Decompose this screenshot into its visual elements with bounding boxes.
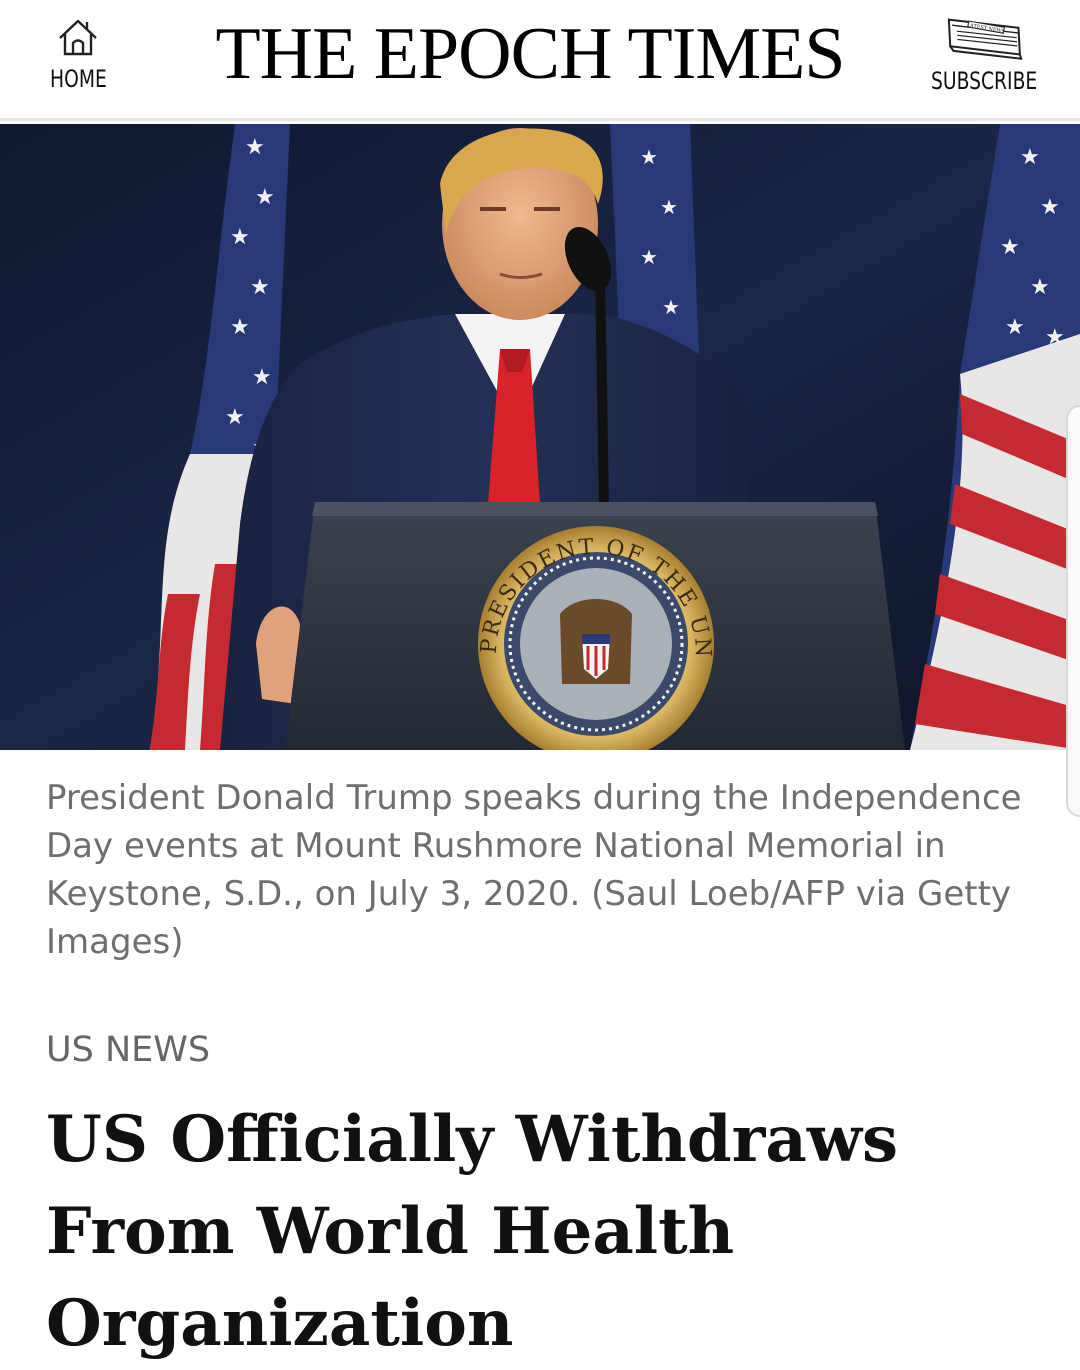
newspaper-icon: LATEST NEWS xyxy=(936,16,1032,67)
svg-text:★: ★ xyxy=(1000,235,1020,260)
svg-text:★: ★ xyxy=(225,405,245,430)
svg-text:★: ★ xyxy=(660,195,678,219)
home-label: HOME xyxy=(49,65,107,93)
svg-text:★: ★ xyxy=(245,135,265,160)
svg-text:★: ★ xyxy=(250,275,270,300)
svg-text:★: ★ xyxy=(640,145,658,169)
photo-caption: President Donald Trump speaks during the… xyxy=(46,778,1022,962)
subscribe-label: SUBSCRIBE xyxy=(930,67,1038,95)
site-logo[interactable]: THE EPOCH TIMES xyxy=(150,12,910,96)
section-label[interactable]: US NEWS xyxy=(46,1030,210,1070)
svg-text:★: ★ xyxy=(1045,325,1065,350)
scrollbar-handle[interactable] xyxy=(1066,405,1080,817)
svg-text:★: ★ xyxy=(1030,275,1050,300)
svg-text:★: ★ xyxy=(230,315,250,340)
home-button[interactable]: HOME xyxy=(40,16,116,93)
svg-text:★: ★ xyxy=(640,245,658,269)
subscribe-button[interactable]: LATEST NEWS SUBSCRIBE xyxy=(918,16,1050,95)
hero-photo: ★★★ ★★★ ★★ ★★★ ★★ ★★★ ★★★ xyxy=(0,124,1080,750)
article-headline: US Officially Withdraws From World Healt… xyxy=(46,1102,898,1361)
top-bar: HOME THE EPOCH TIMES LATEST NEWS SUBSCRI… xyxy=(0,0,1080,121)
home-icon xyxy=(54,16,102,65)
svg-text:★: ★ xyxy=(255,185,275,210)
svg-text:★: ★ xyxy=(230,225,250,250)
svg-text:★: ★ xyxy=(1005,315,1025,340)
svg-text:★: ★ xyxy=(1040,195,1060,220)
svg-text:★: ★ xyxy=(1020,145,1040,170)
svg-text:★: ★ xyxy=(662,295,680,319)
svg-text:★: ★ xyxy=(252,365,272,390)
